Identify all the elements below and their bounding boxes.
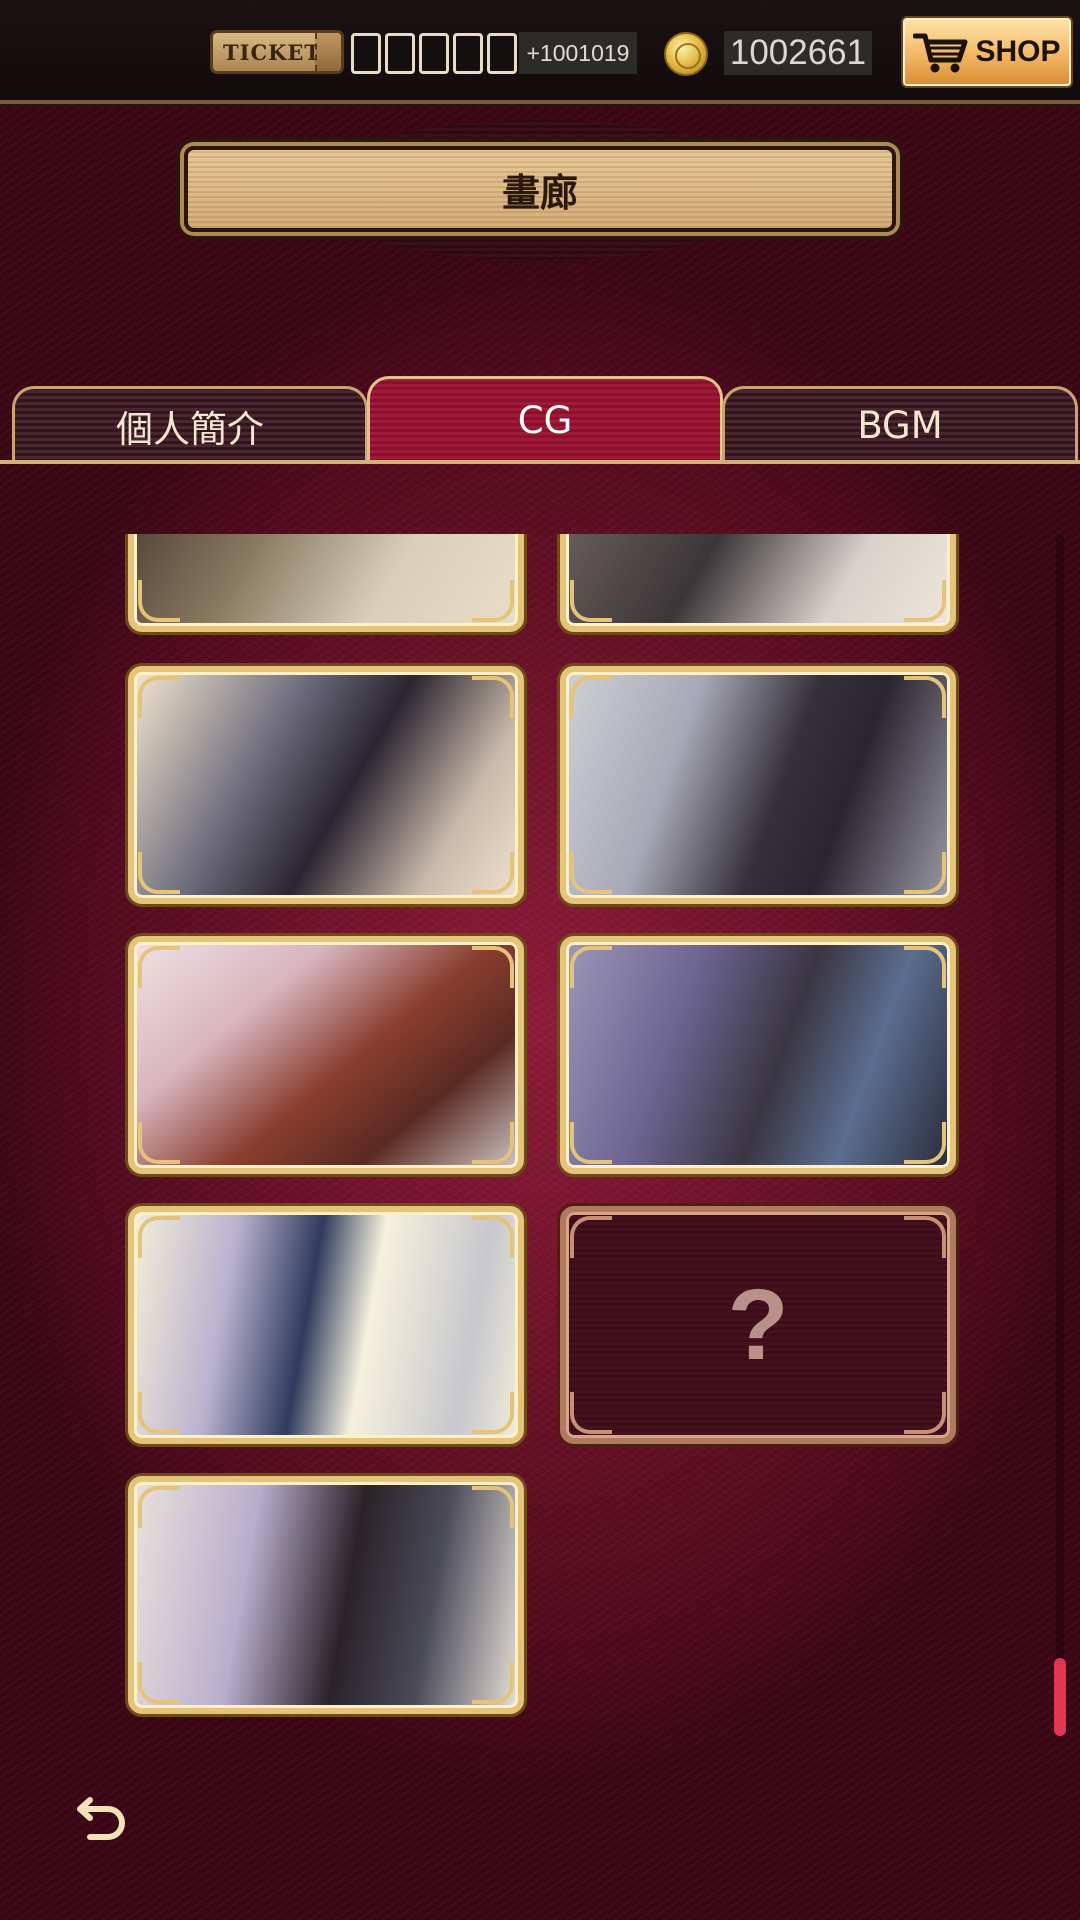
frame-ornament: [472, 1662, 514, 1704]
ticket-slot: [385, 33, 415, 74]
cg-thumbnail[interactable]: [128, 1476, 524, 1714]
frame-ornament: [570, 1392, 612, 1434]
frame-ornament: [570, 946, 612, 988]
frame-ornament: [904, 1392, 946, 1434]
frame-ornament: [138, 676, 180, 718]
cg-thumbnail[interactable]: [128, 666, 524, 904]
tab-cg[interactable]: CG: [367, 376, 723, 462]
page-title: 畫廊: [501, 170, 578, 215]
frame-ornament: [904, 852, 946, 894]
frame-ornament: [138, 946, 180, 988]
frame-ornament: [138, 1122, 180, 1164]
frame-ornament: [904, 676, 946, 718]
frame-ornament: [570, 852, 612, 894]
frame-ornament: [472, 1392, 514, 1434]
ticket-slots: [351, 33, 517, 74]
tab-bgm[interactable]: BGM: [722, 386, 1078, 462]
ticket-slot: [487, 33, 517, 74]
frame-ornament: [570, 580, 612, 622]
coin-icon: [664, 32, 708, 76]
cg-locked-slot[interactable]: ?: [560, 1206, 956, 1444]
cg-thumbnail[interactable]: [560, 666, 956, 904]
frame-ornament: [472, 580, 514, 622]
cg-thumbnail[interactable]: [128, 534, 524, 632]
back-arrow-icon: [77, 1797, 125, 1840]
frame-ornament: [472, 676, 514, 718]
frame-ornament: [904, 946, 946, 988]
tab-label: BGM: [857, 404, 943, 447]
ticket-slot: [453, 33, 483, 74]
tab-underline: [0, 460, 1080, 464]
ticket-slot: [419, 33, 449, 74]
frame-ornament: [138, 1486, 180, 1528]
tab-label: CG: [517, 399, 573, 442]
tab-label: 個人簡介: [116, 407, 264, 451]
frame-ornament: [472, 1122, 514, 1164]
ticket-label: TICKET: [223, 39, 322, 65]
cg-gallery[interactable]: ?: [0, 534, 1080, 1748]
frame-ornament: [472, 1486, 514, 1528]
frame-ornament: [904, 580, 946, 622]
frame-ornament: [472, 946, 514, 988]
frame-ornament: [138, 1662, 180, 1704]
ticket-slot: [351, 33, 381, 74]
frame-ornament: [570, 1216, 612, 1258]
tab-profile[interactable]: 個人簡介: [12, 386, 368, 462]
title-plaque: 畫廊: [184, 146, 896, 232]
frame-ornament: [472, 852, 514, 894]
back-button[interactable]: [70, 1786, 134, 1846]
ticket-extra-count: +1001019: [519, 32, 637, 74]
cart-icon: [913, 33, 968, 73]
cg-thumbnail[interactable]: [560, 534, 956, 632]
coin-count: 1002661: [724, 31, 872, 75]
cg-thumbnail[interactable]: [128, 936, 524, 1174]
frame-ornament: [904, 1216, 946, 1258]
cg-thumbnail[interactable]: [128, 1206, 524, 1444]
frame-ornament: [904, 1122, 946, 1164]
ticket-stub: [315, 33, 341, 71]
frame-ornament: [138, 1216, 180, 1258]
gallery-scrollbar-track[interactable]: [1056, 534, 1064, 1734]
shop-button[interactable]: SHOP: [903, 18, 1071, 86]
frame-ornament: [570, 676, 612, 718]
frame-ornament: [138, 1392, 180, 1434]
ticket-icon: TICKET: [210, 30, 344, 74]
cg-thumbnail[interactable]: [560, 936, 956, 1174]
gallery-scrollbar-thumb[interactable]: [1054, 1658, 1066, 1736]
frame-ornament: [472, 1216, 514, 1258]
locked-question-mark: ?: [727, 1268, 789, 1381]
frame-ornament: [570, 1122, 612, 1164]
frame-ornament: [138, 852, 180, 894]
shop-label: SHOP: [975, 35, 1061, 68]
top-bar: TICKET +1001019 1002661 SHOP: [0, 0, 1080, 104]
frame-ornament: [138, 580, 180, 622]
